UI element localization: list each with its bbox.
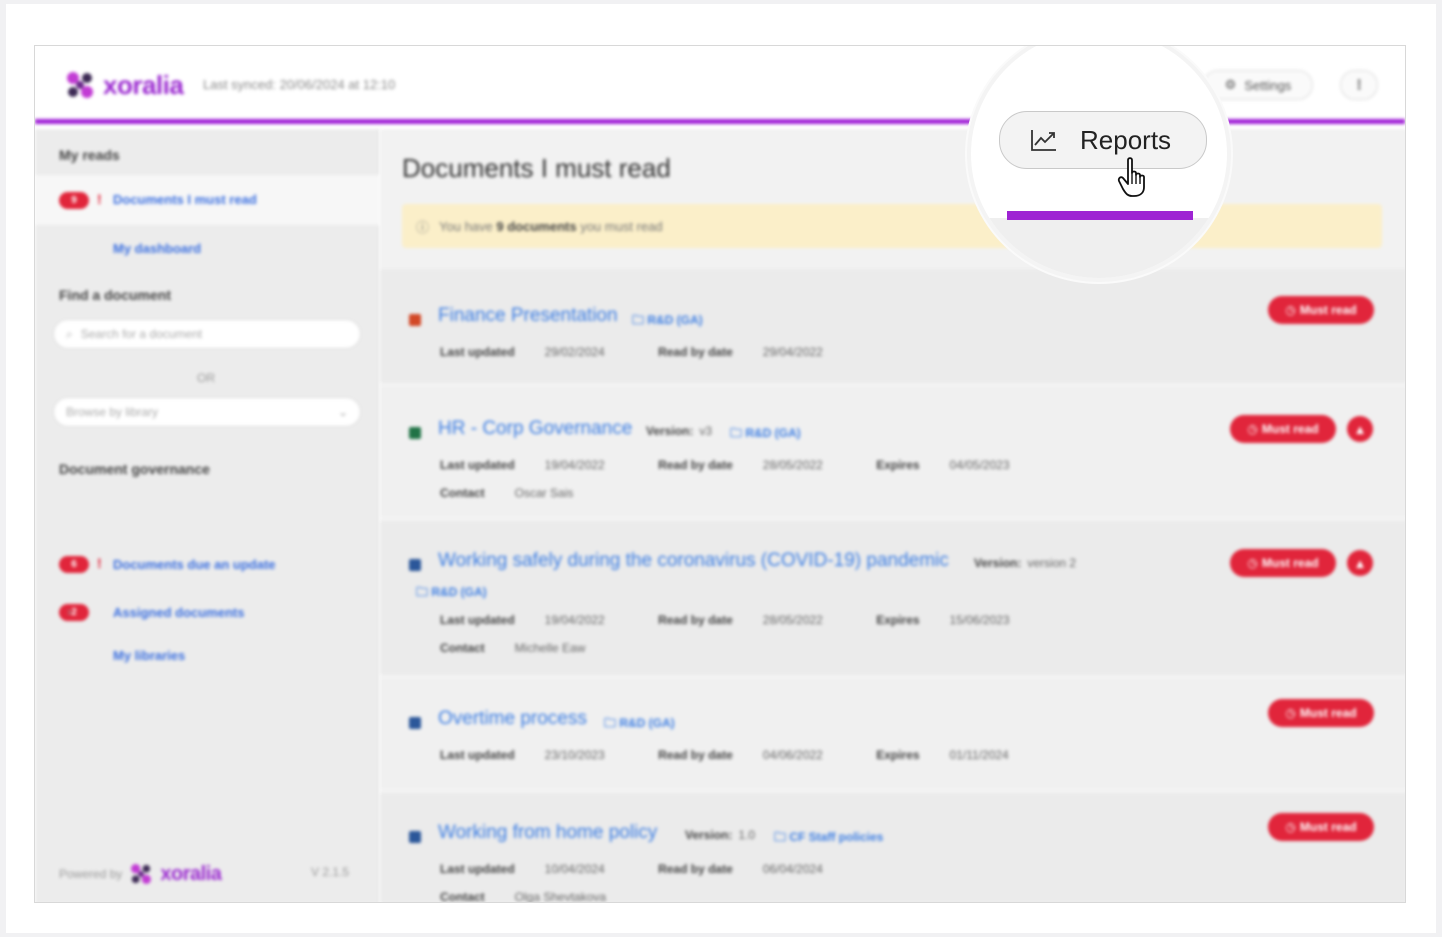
xoralia-logo-icon <box>131 864 152 884</box>
contact-meta: Contact Oscar Sais <box>440 486 574 500</box>
chevron-right-icon[interactable]: › <box>67 603 72 619</box>
folder-link[interactable]: 🗀 R&D (GA) <box>604 714 675 735</box>
reports-magnifier-callout: Reports <box>967 46 1231 282</box>
contact-meta: Contact Olga Shevtakova <box>440 890 607 903</box>
browse-library-select[interactable]: Browse by library ⌄ <box>53 397 361 427</box>
document-meta: Last updated 19/04/2022 Read by date 28/05… <box>440 458 1010 472</box>
settings-button[interactable]: ⚙ Settings <box>1203 70 1313 100</box>
update-count-badge: 6 <box>59 556 89 573</box>
search-placeholder: Search for a document <box>80 327 203 341</box>
document-title-link[interactable]: Overtime process <box>438 708 587 730</box>
document-meta: Last updated 23/10/2023 Read by date 04/06… <box>440 748 1009 762</box>
dashboard-link[interactable]: My dashboard <box>113 241 201 256</box>
find-document-heading: Find a document <box>59 287 171 303</box>
word-icon <box>402 554 428 576</box>
my-libraries-link[interactable]: My libraries <box>113 648 185 663</box>
clock-icon: ◷ <box>1247 556 1258 570</box>
my-reads-heading: My reads <box>59 147 120 163</box>
brand-name: xoralia <box>160 862 222 885</box>
gear-icon: ⚙ <box>1224 77 1237 92</box>
sidebar-item-must-read[interactable]: 9 ! Documents I must read <box>35 175 379 225</box>
folder-link[interactable]: 🗀 R&D (GA) <box>730 424 801 445</box>
document-title-link[interactable]: Working from home policy <box>438 822 657 844</box>
must-read-button[interactable]: ◷ Must read <box>1268 813 1374 841</box>
powered-by-text: Powered by <box>59 867 123 881</box>
xoralia-logo-icon <box>67 72 93 98</box>
document-row[interactable]: Finance Presentation 🗀 R&D (GA) Last upd… <box>380 269 1405 385</box>
assigned-count-badge: 2 <box>59 604 89 621</box>
magnified-content-background <box>971 218 1227 278</box>
reports-button[interactable]: Reports <box>999 111 1207 169</box>
powerpoint-icon <box>402 309 428 331</box>
alert-icon: ! <box>97 191 102 207</box>
clock-icon: ◷ <box>1285 820 1296 834</box>
line-chart-icon <box>1031 130 1056 151</box>
must-read-count-badge: 9 <box>59 192 89 209</box>
must-read-link[interactable]: Documents I must read <box>113 192 257 207</box>
word-icon <box>402 826 428 848</box>
notice-text: You have 9 documents you must read <box>439 218 663 234</box>
hand-pointer-cursor-icon <box>1117 157 1145 197</box>
version-text: Version: version 2 <box>974 556 1077 570</box>
chevron-down-icon: ⌄ <box>337 405 348 419</box>
brand-logo[interactable]: xoralia <box>63 68 184 102</box>
magnified-header-accent-bar <box>1007 211 1193 220</box>
main-content: Documents I must read ⓘ You have 9 docum… <box>380 129 1405 903</box>
must-read-button[interactable]: ◷ Must read <box>1268 296 1374 324</box>
document-meta: Last updated 19/04/2022 Read by date 28/05… <box>440 613 1010 627</box>
must-read-button[interactable]: ◷ Must read <box>1268 699 1374 727</box>
search-icon: ⌕ <box>66 326 73 341</box>
version-text: Version: v3 <box>646 424 713 438</box>
excel-icon <box>402 422 428 444</box>
document-row[interactable]: HR - Corp Governance Version: v3 🗀 R&D (G… <box>380 387 1405 519</box>
warning-icon[interactable]: ▲ <box>1347 550 1373 576</box>
search-input[interactable]: ⌕ Search for a document <box>53 319 361 349</box>
document-governance-heading: Document governance <box>59 461 210 477</box>
settings-label: Settings <box>1244 77 1292 93</box>
more-options-button[interactable]: ⋮ <box>1340 70 1378 100</box>
document-row[interactable]: Working safely during the coronavirus (C… <box>380 521 1405 677</box>
document-title-link[interactable]: Working safely during the coronavirus (C… <box>438 550 949 572</box>
warning-icon[interactable]: ▲ <box>1347 416 1373 442</box>
brand-name: xoralia <box>103 69 184 100</box>
alert-icon: ! <box>97 555 102 571</box>
app-window: xoralia Last synced: 20/06/2024 at 12:10… <box>34 45 1406 903</box>
document-row[interactable]: Working from home policy Version: 1.0 🗀 C… <box>380 793 1405 903</box>
document-title-link[interactable]: HR - Corp Governance <box>438 418 632 440</box>
page-title: Documents I must read <box>402 153 671 183</box>
reports-label: Reports <box>1080 124 1172 155</box>
must-read-button[interactable]: ◷ Must read <box>1230 549 1336 577</box>
clock-icon: ◷ <box>1285 303 1296 317</box>
due-update-link[interactable]: Documents due an update <box>113 557 276 572</box>
notice-banner: ⓘ You have 9 documents you must read <box>402 204 1382 248</box>
last-synced-text: Last synced: 20/06/2024 at 12:10 <box>203 77 396 92</box>
folder-link[interactable]: 🗀 R&D (GA) <box>632 311 703 332</box>
must-read-button[interactable]: ◷ Must read <box>1230 415 1336 443</box>
document-row[interactable]: Overtime process 🗀 R&D (GA) Last updated… <box>380 679 1405 791</box>
more-vertical-icon: ⋮ <box>1352 77 1366 92</box>
assigned-documents-link[interactable]: Assigned documents <box>113 605 244 620</box>
clock-icon: ◷ <box>1285 706 1296 720</box>
sidebar: My reads 9 ! Documents I must read My da… <box>35 129 379 902</box>
version-text: Version: 1.0 <box>685 828 756 842</box>
folder-link[interactable]: 🗀 CF Staff policies <box>774 828 883 849</box>
document-meta: Last updated 10/04/2024 Read by date 06/04… <box>440 862 823 876</box>
version-text: V 2.1.5 <box>311 865 350 879</box>
browse-placeholder: Browse by library <box>66 405 159 419</box>
document-meta: Last updated 29/02/2024 Read by date 29/04… <box>440 345 823 359</box>
folder-link[interactable]: 🗀 R&D (GA) <box>416 583 487 604</box>
word-icon <box>402 712 428 734</box>
info-icon: ⓘ <box>416 219 430 235</box>
contact-meta: Contact Michelle Eaw <box>440 641 586 655</box>
clock-icon: ◷ <box>1247 422 1258 436</box>
document-title-link[interactable]: Finance Presentation <box>438 305 618 327</box>
powered-by: Powered by xoralia <box>59 861 222 887</box>
or-divider-text: OR <box>197 371 215 385</box>
